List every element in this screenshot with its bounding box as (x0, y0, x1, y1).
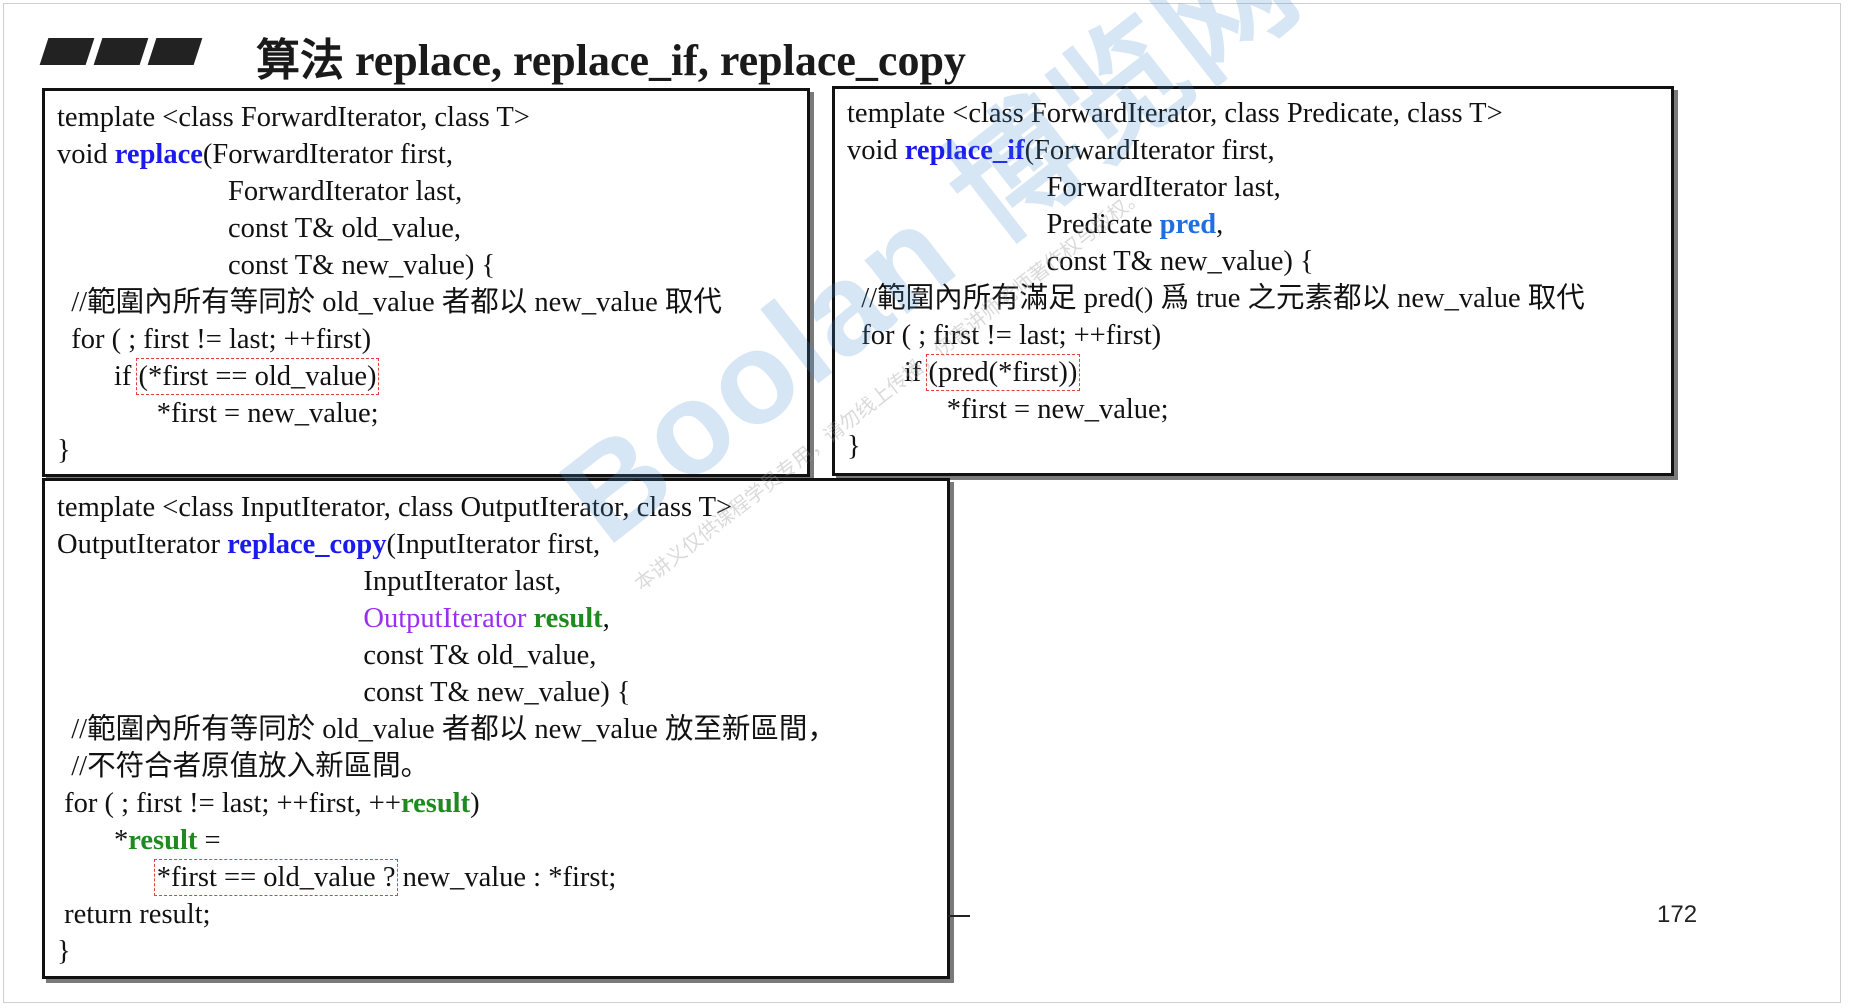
code-line: //範圍內所有等同於 old_value 者都以 new_value 取代 (57, 284, 722, 321)
code-text: new_value : *first; (395, 862, 617, 893)
code-text: ForwardIterator last, (847, 172, 1281, 203)
replace-if-code: template <class ForwardIterator, class P… (847, 95, 1585, 465)
code-line: *first = new_value; (57, 395, 722, 432)
replace-code-box: template <class ForwardIterator, class T… (42, 88, 810, 477)
code-keyword: replace_if (904, 135, 1025, 166)
code-line: for ( ; first != last; ++first) (57, 321, 722, 358)
code-line: const T& new_value) { (847, 243, 1585, 280)
code-text: //範圍內所有滿足 pred() 爲 true 之元素都以 new_value … (847, 283, 1585, 314)
code-text: ) (470, 788, 480, 819)
code-line: //範圍內所有等同於 old_value 者都以 new_value 放至新區間… (57, 711, 836, 748)
code-line: for ( ; first != last; ++first) (847, 317, 1585, 354)
code-text: template <class InputIterator, class Out… (57, 492, 733, 523)
highlighted-expression: (*first == old_value) (135, 358, 380, 395)
code-line: const T& new_value) { (57, 674, 836, 711)
code-text: template <class ForwardIterator, class P… (847, 98, 1503, 129)
code-line: OutputIterator replace_copy(InputIterato… (57, 526, 836, 563)
code-line: //不符合者原值放入新區間。 (57, 748, 836, 785)
code-text: *first = new_value; (847, 394, 1169, 425)
code-line: } (847, 428, 1585, 465)
replace-copy-code-box: template <class InputIterator, class Out… (42, 478, 950, 979)
slide-title: 算法 replace, replace_if, replace_copy (256, 36, 966, 85)
highlighted-expression: *first == old_value ? (153, 859, 399, 896)
code-line: const T& old_value, (57, 210, 722, 247)
code-text: , (1216, 209, 1224, 240)
code-text: const T& new_value) { (57, 677, 631, 708)
code-text: for ( ; first != last; ++first, ++ (57, 788, 401, 819)
code-text: for ( ; first != last; ++first) (57, 324, 372, 355)
code-keyword: result (533, 603, 603, 634)
code-text: InputIterator last, (57, 566, 562, 597)
code-text: const T& old_value, (57, 640, 597, 671)
code-text: const T& new_value) { (57, 250, 496, 281)
code-text: * (57, 825, 129, 856)
code-text: (ForwardIterator first, (1024, 135, 1275, 166)
code-line: const T& new_value) { (57, 247, 722, 284)
footer-dash (948, 915, 970, 917)
code-line: void replace_if(ForwardIterator first, (847, 132, 1585, 169)
code-text: //不符合者原值放入新區間。 (57, 751, 430, 782)
code-line: if (*first == old_value) (57, 358, 722, 395)
code-text: (ForwardIterator first, (202, 139, 453, 170)
code-text: for ( ; first != last; ++first) (847, 320, 1162, 351)
code-line: } (57, 933, 836, 970)
code-text: } (847, 431, 861, 462)
code-line: *first = new_value; (847, 391, 1585, 428)
code-line: //範圍內所有滿足 pred() 爲 true 之元素都以 new_value … (847, 280, 1585, 317)
code-line: for ( ; first != last; ++first, ++result… (57, 785, 836, 822)
replace-code: template <class ForwardIterator, class T… (57, 99, 722, 469)
decoration-bar (93, 38, 149, 65)
code-keyword: OutputIterator (363, 603, 534, 634)
code-line: return result; (57, 896, 836, 933)
code-keyword: replace (114, 139, 203, 170)
code-line: *result = (57, 822, 836, 859)
code-line: ForwardIterator last, (57, 173, 722, 210)
code-line: if (pred(*first)) (847, 354, 1585, 391)
code-line: const T& old_value, (57, 637, 836, 674)
replace-copy-code: template <class InputIterator, class Out… (57, 489, 836, 970)
code-text: const T& new_value) { (847, 246, 1314, 277)
code-text: void (847, 135, 905, 166)
code-line: *first == old_value ? new_value : *first… (57, 859, 836, 896)
code-line: template <class ForwardIterator, class P… (847, 95, 1585, 132)
code-text: } (57, 435, 71, 466)
code-keyword: pred (1159, 209, 1217, 240)
code-text: if (57, 361, 139, 392)
page-number: 172 (1657, 901, 1698, 928)
code-text: const T& old_value, (57, 213, 461, 244)
code-text: //範圍內所有等同於 old_value 者都以 new_value 取代 (57, 287, 722, 318)
highlighted-expression: (pred(*first)) (925, 354, 1081, 391)
decoration-bar (147, 38, 203, 65)
code-line: Predicate pred, (847, 206, 1585, 243)
code-line: ForwardIterator last, (847, 169, 1585, 206)
code-text: //範圍內所有等同於 old_value 者都以 new_value 放至新區間… (57, 714, 836, 745)
code-line: template <class InputIterator, class Out… (57, 489, 836, 526)
code-line: void replace(ForwardIterator first, (57, 136, 722, 173)
code-text: if (847, 357, 929, 388)
slide: 算法 replace, replace_if, replace_copy tem… (0, 0, 1850, 1008)
code-text: void (57, 139, 115, 170)
code-line: OutputIterator result, (57, 600, 836, 637)
code-line: } (57, 432, 722, 469)
decoration-bar (39, 38, 95, 65)
code-text: (InputIterator first, (386, 529, 601, 560)
code-text: template <class ForwardIterator, class T… (57, 102, 530, 133)
code-keyword: replace_copy (227, 529, 387, 560)
code-keyword: result (128, 825, 198, 856)
code-text: Predicate (847, 209, 1160, 240)
code-text: return result; (57, 899, 211, 930)
code-text: OutputIterator (57, 529, 228, 560)
code-text: ForwardIterator last, (57, 176, 463, 207)
code-text: = (197, 825, 221, 856)
replace-if-code-box: template <class ForwardIterator, class P… (832, 86, 1674, 476)
code-text: } (57, 936, 71, 967)
code-text: , (602, 603, 610, 634)
code-keyword: result (400, 788, 471, 819)
code-text: *first = new_value; (57, 398, 379, 429)
code-line: InputIterator last, (57, 563, 836, 600)
code-line: template <class ForwardIterator, class T… (57, 99, 722, 136)
